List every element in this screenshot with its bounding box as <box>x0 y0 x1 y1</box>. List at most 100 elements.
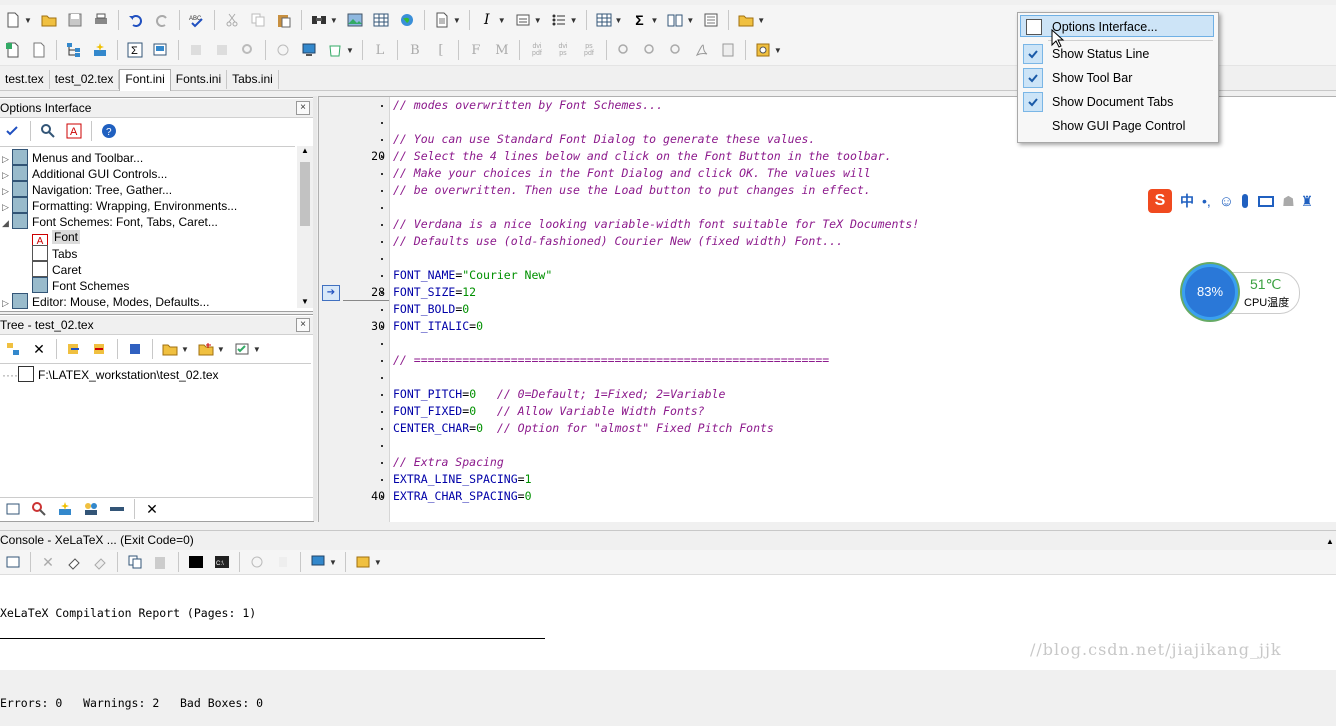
disabled-tool-1-icon[interactable] <box>185 39 207 61</box>
folder-add-dropdown-icon[interactable]: ▼ <box>217 345 225 354</box>
ime-punct-icon[interactable]: •, <box>1202 193 1211 209</box>
menu-item-options-interface[interactable]: Options Interface... <box>1020 15 1214 37</box>
refresh-tree-icon[interactable] <box>2 338 24 360</box>
layers-icon[interactable] <box>124 338 146 360</box>
stop-icon[interactable]: ✕ <box>37 551 59 573</box>
magic-icon[interactable] <box>54 498 76 520</box>
menu-item-show-document-tabs[interactable]: Show Document Tabs <box>1020 91 1214 113</box>
tree-file-item[interactable]: ···· F:\LATEX_workstation\test_02.tex <box>2 366 219 382</box>
paste-icon[interactable] <box>273 9 295 31</box>
menu-item-show-tool-bar[interactable]: Show Tool Bar <box>1020 67 1214 89</box>
magic-icon[interactable] <box>89 39 111 61</box>
paste-icon[interactable] <box>150 551 172 573</box>
people-icon[interactable] <box>80 498 102 520</box>
recycle-icon[interactable] <box>324 39 346 61</box>
project-folder-icon[interactable] <box>735 9 757 31</box>
console-scroll-arrow-icon[interactable]: ▲ <box>1326 533 1336 547</box>
disabled-tool-2-icon[interactable] <box>211 39 233 61</box>
search-icon[interactable] <box>37 120 59 142</box>
tree-item-gui-controls[interactable]: ▷ Additional GUI Controls... <box>2 165 167 181</box>
search-tool-icon[interactable] <box>28 498 50 520</box>
check-folder-dropdown-icon[interactable]: ▼ <box>374 558 382 567</box>
folder-add-icon[interactable] <box>195 338 217 360</box>
page-icon[interactable] <box>700 9 722 31</box>
recycle-dropdown-icon[interactable]: ▼ <box>346 46 354 55</box>
disabled-search-icon[interactable] <box>237 39 259 61</box>
new-template-icon[interactable] <box>2 39 24 61</box>
tree-item-font-schemes-child[interactable]: Font Schemes <box>32 277 129 293</box>
ime-skin-icon[interactable]: ♜ <box>1301 193 1314 210</box>
bracket-icon[interactable]: [ <box>430 39 452 61</box>
help-icon[interactable]: ? <box>98 120 120 142</box>
new-dropdown-icon[interactable]: ▼ <box>24 16 32 25</box>
disabled-tool-3-icon[interactable] <box>272 39 294 61</box>
structure-icon[interactable] <box>63 39 85 61</box>
project-dropdown-icon[interactable]: ▼ <box>757 16 765 25</box>
sigma-dropdown-icon[interactable]: ▼ <box>650 16 658 25</box>
print-icon[interactable] <box>90 9 112 31</box>
dvi-pdf-icon[interactable]: dvi pdf <box>526 39 548 61</box>
close-icon[interactable]: × <box>296 101 310 115</box>
expand-arrow-icon[interactable]: ▷ <box>2 295 12 311</box>
zip-icon[interactable] <box>717 39 739 61</box>
image-icon[interactable] <box>344 9 366 31</box>
tree-item-tabs[interactable]: Tabs <box>32 245 77 261</box>
collapse-arrow-icon[interactable]: ◢ <box>2 215 12 231</box>
monitor-icon[interactable] <box>307 551 329 573</box>
tree-item-caret[interactable]: Caret <box>32 261 81 277</box>
check-folder-icon[interactable] <box>352 551 374 573</box>
italic-dropdown-icon[interactable]: ▼ <box>498 16 506 25</box>
tab-fonts-ini[interactable]: Fonts.ini <box>170 70 228 89</box>
bookmark-arrow-icon[interactable]: ➔ <box>322 285 340 301</box>
open-folder-icon[interactable] <box>159 338 181 360</box>
sogou-logo-icon[interactable]: S <box>1148 189 1172 213</box>
document-dropdown-icon[interactable]: ▼ <box>453 16 461 25</box>
arrow-in-icon[interactable] <box>63 338 85 360</box>
ime-keyboard-icon[interactable] <box>1258 195 1275 207</box>
find-icon[interactable] <box>308 9 330 31</box>
tree-item-font-schemes[interactable]: ◢ Font Schemes: Font, Tabs, Caret... <box>2 213 218 229</box>
ime-mic-icon[interactable] <box>1242 194 1249 208</box>
scroll-up-icon[interactable]: ▲ <box>297 146 313 160</box>
view-dvi-icon[interactable] <box>613 39 635 61</box>
list-icon[interactable] <box>548 9 570 31</box>
tab-test-tex[interactable]: test.tex <box>0 70 50 89</box>
folder-dropdown-icon[interactable]: ▼ <box>181 345 189 354</box>
check-dropdown-icon[interactable]: ▼ <box>253 345 261 354</box>
list-dropdown-icon[interactable]: ▼ <box>570 16 578 25</box>
tool-disabled-icon[interactable] <box>246 551 268 573</box>
cut-icon[interactable] <box>221 9 243 31</box>
menu-item-show-status-line[interactable]: Show Status Line <box>1020 43 1214 65</box>
spellcheck-icon[interactable]: ABC <box>186 9 208 31</box>
cpu-widget[interactable]: 83% 51℃ CPU温度 <box>1182 264 1300 322</box>
monitor-dropdown-icon[interactable]: ▼ <box>329 558 337 567</box>
tab-test-02-tex[interactable]: test_02.tex <box>49 70 120 89</box>
blank-page-icon[interactable] <box>28 39 50 61</box>
font-a-icon[interactable]: A <box>63 120 85 142</box>
save-icon[interactable] <box>64 9 86 31</box>
globe-icon[interactable] <box>396 9 418 31</box>
code-content[interactable]: // modes overwritten by Font Schemes... … <box>393 97 919 505</box>
tree-item-navigation[interactable]: ▷ Navigation: Tree, Gather... <box>2 181 172 197</box>
ime-lang-indicator[interactable]: 中 <box>1180 191 1194 211</box>
close-icon[interactable]: ✕ <box>141 498 163 520</box>
acrobat-icon[interactable] <box>691 39 713 61</box>
font-f-icon[interactable]: F <box>465 39 487 61</box>
menu-item-show-gui-page-control[interactable]: Show GUI Page Control <box>1020 115 1214 137</box>
copy-icon[interactable] <box>124 551 146 573</box>
page-disabled-icon[interactable] <box>272 551 294 573</box>
settings-dropdown-icon[interactable]: ▼ <box>774 46 782 55</box>
book-dropdown-icon[interactable]: ▼ <box>686 16 694 25</box>
tab-font-ini[interactable]: Font.ini <box>119 69 171 91</box>
book-icon[interactable] <box>664 9 686 31</box>
align-icon[interactable] <box>512 9 534 31</box>
handshake-icon[interactable] <box>106 498 128 520</box>
align-dropdown-icon[interactable]: ▼ <box>534 16 542 25</box>
sigma-icon[interactable]: Σ <box>628 9 650 31</box>
ime-emoji-icon[interactable]: ☺ <box>1219 193 1234 210</box>
scroll-down-icon[interactable]: ▼ <box>297 297 313 306</box>
table-icon[interactable] <box>370 9 392 31</box>
tab-tabs-ini[interactable]: Tabs.ini <box>227 70 279 89</box>
tree-item-editor[interactable]: ▷ Editor: Mouse, Modes, Defaults... <box>2 293 209 309</box>
options-tree-scrollbar[interactable]: ▲ ▼ <box>297 146 313 308</box>
